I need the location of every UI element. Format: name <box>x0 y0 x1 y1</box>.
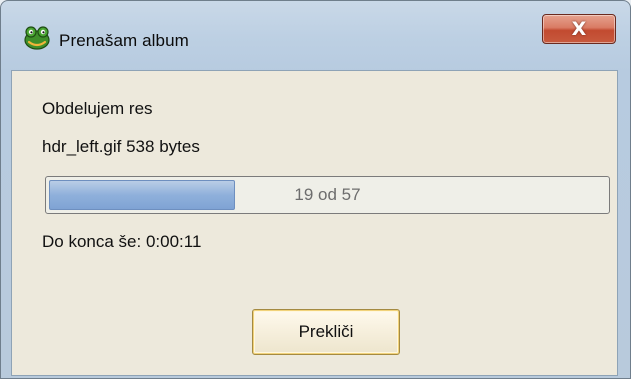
close-button[interactable]: X <box>542 14 616 44</box>
window-title: Prenašam album <box>59 31 189 50</box>
progress-dialog-window: Prenašam album X Obdelujem res hdr_left.… <box>0 0 631 379</box>
progress-text: 19 od 57 <box>294 185 361 204</box>
cancel-button[interactable]: Prekliči <box>252 309 400 355</box>
title-bar[interactable]: Prenašam album X <box>1 1 630 69</box>
current-file-label: hdr_left.gif 538 bytes <box>42 137 200 156</box>
status-label: Obdelujem res <box>42 99 153 118</box>
progress-bar: 19 od 57 <box>45 176 610 214</box>
close-icon: X <box>571 17 587 40</box>
time-remaining-label: Do konca še: 0:00:11 <box>42 232 202 251</box>
dialog-body: Obdelujem res hdr_left.gif 538 bytes 19 … <box>11 70 618 376</box>
frog-icon <box>24 26 50 50</box>
